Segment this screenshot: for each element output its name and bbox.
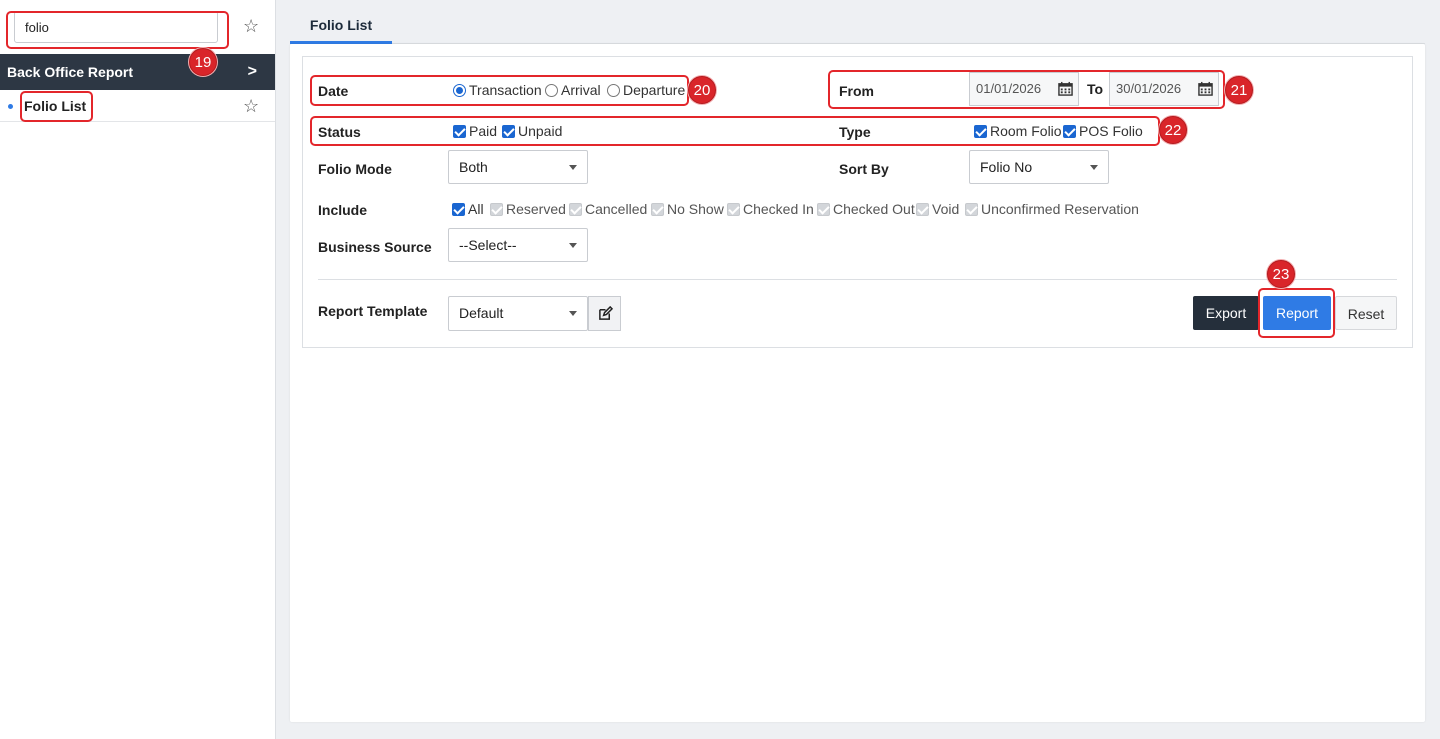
- folio-mode-select[interactable]: Both: [448, 150, 588, 184]
- export-button[interactable]: Export: [1193, 296, 1259, 330]
- annotation-box: [1258, 288, 1335, 338]
- sort-by-select[interactable]: Folio No: [969, 150, 1109, 184]
- business-source-label: Business Source: [318, 239, 432, 255]
- checkbox-disabled-icon: [490, 202, 503, 216]
- edit-template-button[interactable]: [588, 296, 621, 331]
- active-dot-icon: [8, 104, 13, 109]
- caret-down-icon: [569, 165, 577, 170]
- include-reserved-checkbox[interactable]: Reserved: [490, 201, 566, 217]
- tab-bar: Folio List: [290, 10, 1425, 44]
- annotation-badge: 23: [1267, 260, 1295, 288]
- menu-group-label: Back Office Report: [7, 64, 134, 80]
- checkbox-disabled-icon: [916, 202, 929, 216]
- caret-down-icon: [569, 243, 577, 248]
- include-all-checkbox[interactable]: All: [452, 201, 484, 217]
- checkbox-disabled-icon: [817, 202, 830, 216]
- chevron-right-icon: >: [247, 63, 257, 80]
- star-icon[interactable]: ☆: [243, 17, 259, 35]
- include-cancelled-checkbox[interactable]: Cancelled: [569, 201, 647, 217]
- annotation-badge: 22: [1159, 116, 1187, 144]
- annotation-box: [20, 91, 93, 122]
- checkbox-disabled-icon: [727, 202, 740, 216]
- include-label: Include: [318, 202, 368, 218]
- caret-down-icon: [569, 311, 577, 316]
- include-checked-out-checkbox[interactable]: Checked Out: [817, 201, 915, 217]
- include-unconfirmed-reservation-checkbox[interactable]: Unconfirmed Reservation: [965, 201, 1139, 217]
- folio-mode-label: Folio Mode: [318, 161, 392, 177]
- include-void-checkbox[interactable]: Void: [916, 201, 959, 217]
- annotation-box: [6, 11, 229, 49]
- annotation-box: [310, 116, 1160, 146]
- business-source-select[interactable]: --Select--: [448, 228, 588, 262]
- checkbox-disabled-icon: [569, 202, 582, 216]
- annotation-badge: 19: [189, 48, 217, 76]
- menu-group-back-office-report[interactable]: Back Office Report >: [0, 54, 275, 90]
- include-no-show-checkbox[interactable]: No Show: [651, 201, 724, 217]
- form-divider: [318, 279, 1397, 280]
- annotation-box: [310, 75, 689, 106]
- caret-down-icon: [1090, 165, 1098, 170]
- checkbox-disabled-icon: [965, 202, 978, 216]
- tab-folio-list[interactable]: Folio List: [290, 10, 392, 44]
- reset-button[interactable]: Reset: [1335, 296, 1397, 330]
- checkbox-disabled-icon: [651, 202, 664, 216]
- sort-by-label: Sort By: [839, 161, 889, 177]
- annotation-badge: 21: [1225, 76, 1253, 104]
- report-template-select[interactable]: Default: [448, 296, 588, 331]
- star-icon[interactable]: ☆: [243, 97, 259, 115]
- checkbox-checked-icon: [452, 202, 465, 216]
- report-template-label: Report Template: [318, 303, 428, 319]
- include-checked-in-checkbox[interactable]: Checked In: [727, 201, 814, 217]
- annotation-box: [828, 70, 1225, 109]
- edit-icon: [599, 306, 613, 320]
- annotation-badge: 20: [688, 76, 716, 104]
